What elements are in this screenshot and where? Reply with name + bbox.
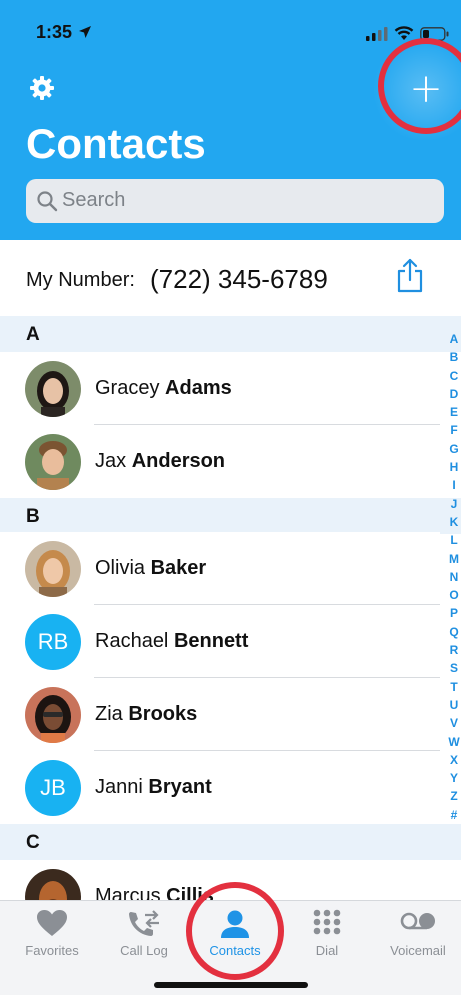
alphabet-index-letter[interactable]: L: [450, 531, 457, 549]
alphabet-index-letter[interactable]: M: [449, 550, 459, 568]
contact-initials-avatar: JB: [25, 760, 81, 816]
share-icon[interactable]: [396, 258, 424, 294]
contact-row-gracey-adams[interactable]: Gracey Adams: [0, 352, 440, 425]
alphabet-index-letter[interactable]: B: [450, 348, 459, 366]
tab-favorites[interactable]: Favorites: [6, 901, 98, 971]
section-header-c: C: [0, 824, 461, 860]
alphabet-index-letter[interactable]: U: [450, 696, 459, 714]
section-header-b: B: [0, 498, 461, 534]
tab-label: Dial: [315, 943, 339, 958]
alphabet-index-letter[interactable]: R: [450, 641, 459, 659]
keypad-icon: [313, 909, 341, 935]
section-letter: A: [26, 324, 40, 345]
alphabet-index-letter[interactable]: V: [450, 714, 458, 732]
contact-row-janni-bryant[interactable]: JB Janni Bryant: [0, 751, 440, 824]
page-title: Contacts: [26, 120, 206, 167]
alphabet-index-letter[interactable]: Y: [450, 769, 458, 787]
alphabet-index-letter[interactable]: Q: [449, 623, 458, 641]
alphabet-index-letter[interactable]: P: [450, 604, 458, 622]
alphabet-index-letter[interactable]: X: [450, 751, 458, 769]
contact-row-rachael-bennett[interactable]: RB Rachael Bennett: [0, 605, 440, 678]
wifi-icon: [394, 26, 414, 40]
alphabet-index-letter[interactable]: C: [450, 367, 459, 385]
alphabet-index-letter[interactable]: O: [449, 586, 458, 604]
status-time: 1:35: [36, 22, 73, 42]
contact-photo-avatar: [25, 434, 81, 490]
highlight-ring-contacts: [186, 882, 284, 980]
voicemail-icon: [400, 912, 435, 930]
contact-photo-avatar: [25, 687, 81, 743]
contact-initials-avatar: RB: [25, 614, 81, 670]
alphabet-index-letter[interactable]: G: [449, 440, 458, 458]
contact-name: Olivia Baker: [95, 557, 207, 579]
tab-label: Voicemail: [390, 943, 446, 958]
cellular-signal-icon: [366, 27, 388, 41]
tab-voicemail[interactable]: Voicemail: [372, 901, 461, 971]
contact-photo-avatar: [25, 541, 81, 597]
contact-photo-avatar: [25, 361, 81, 417]
tab-label: Favorites: [25, 943, 79, 958]
search-icon: [37, 191, 58, 212]
tab-label: Call Log: [120, 943, 168, 958]
alphabet-index-letter[interactable]: K: [450, 513, 459, 531]
alphabet-index-letter[interactable]: H: [450, 458, 459, 476]
section-header-a: A: [0, 316, 461, 352]
home-indicator: [154, 982, 308, 988]
alphabet-index-letter[interactable]: A: [450, 330, 459, 348]
alphabet-index-letter[interactable]: W: [448, 733, 459, 751]
contact-row-olivia-baker[interactable]: Olivia Baker: [0, 532, 440, 605]
alphabet-index-letter[interactable]: D: [450, 385, 459, 403]
alphabet-index-letter[interactable]: J: [451, 495, 458, 513]
my-number-row: My Number: (722) 345-6789: [0, 240, 461, 316]
contact-row-zia-brooks[interactable]: Zia Brooks: [0, 678, 440, 751]
settings-gear-icon[interactable]: [28, 74, 56, 102]
search-input[interactable]: Search: [26, 179, 444, 223]
contact-name: Rachael Bennett: [95, 630, 249, 652]
alphabet-index-letter[interactable]: Z: [450, 787, 457, 805]
heart-icon: [37, 910, 67, 936]
alphabet-index-letter[interactable]: N: [450, 568, 459, 586]
header: 1:35 + Contacts Search: [0, 0, 461, 240]
my-number-label: My Number:: [26, 269, 135, 291]
my-number-value: (722) 345-6789: [150, 264, 328, 294]
search-placeholder: Search: [62, 189, 126, 211]
alphabet-index-letter[interactable]: S: [450, 659, 458, 677]
alphabet-index-letter[interactable]: I: [452, 476, 455, 494]
call-log-icon: [129, 910, 159, 936]
alphabet-index-letter[interactable]: T: [450, 678, 457, 696]
alphabet-index-letter[interactable]: E: [450, 403, 458, 421]
tab-call-log[interactable]: Call Log: [98, 901, 190, 971]
alphabet-index[interactable]: A B C D E F G H I J K L M N O P Q R S T U V W X Y Z #: [446, 330, 461, 824]
contact-name: Janni Bryant: [95, 776, 212, 798]
section-letter: B: [26, 506, 40, 527]
location-arrow-icon: [79, 26, 91, 38]
contact-name: Gracey Adams: [95, 377, 232, 399]
alphabet-index-letter[interactable]: F: [450, 421, 457, 439]
contact-name: Zia Brooks: [95, 703, 198, 725]
alphabet-index-letter[interactable]: #: [451, 806, 458, 824]
contact-name: Jax Anderson: [95, 450, 226, 472]
section-letter: C: [26, 832, 40, 853]
contact-row-jax-anderson[interactable]: Jax Anderson: [0, 425, 440, 498]
tab-dial[interactable]: Dial: [281, 901, 373, 971]
